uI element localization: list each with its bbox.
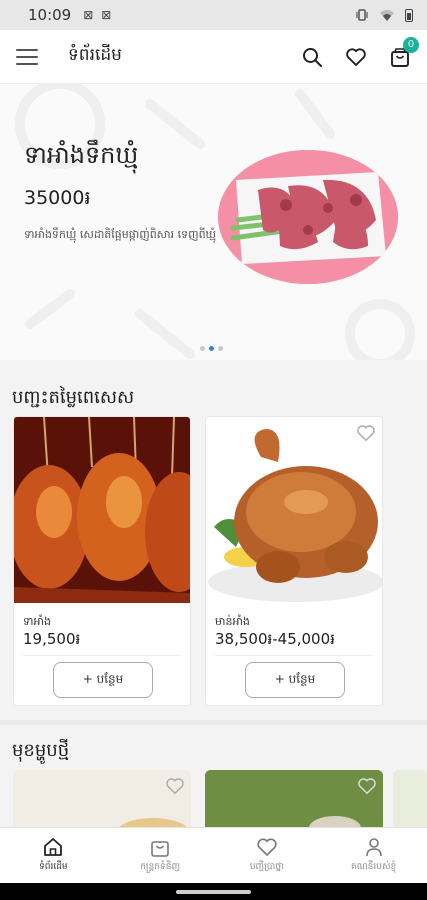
banner-product-image [218, 150, 398, 284]
product-name: មាន់អាំង [215, 615, 250, 628]
carousel-indicator [200, 346, 223, 351]
product-card[interactable]: ទាអាំង 19,500៛ + បន្ថែម [13, 416, 191, 706]
cart-count-badge: 0 [403, 36, 419, 53]
nav-wishlist[interactable]: បញ្ជីប្រាថ្នា [214, 828, 321, 883]
mail-icon: ⊠ [101, 8, 112, 22]
promo-banner[interactable]: ទាអាំងទឹកឃ្មុំ 35000៛ ទាអាំងទឹកឃ្មុំ សេដ… [0, 84, 427, 360]
status-icons [355, 8, 413, 22]
mail-icon: ⊠ [83, 8, 94, 22]
new-section-title: មុខម្ហូបថ្មី [12, 740, 70, 761]
nav-home[interactable]: ទំព័រដើម [0, 828, 107, 883]
new-product-card[interactable] [205, 770, 383, 830]
add-to-cart-button[interactable]: + បន្ថែម [53, 662, 153, 698]
nav-cart[interactable]: កន្ត្រកទំនិញ [107, 828, 214, 883]
special-section-title: បញ្ជះតម្លៃពេសេស [12, 387, 135, 408]
nav-label: គណនីរបស់ខ្ញុំ [350, 862, 397, 872]
heart-icon [257, 838, 277, 857]
wifi-icon [380, 10, 394, 21]
card-divider [215, 655, 373, 656]
vibrate-icon [356, 9, 368, 21]
carousel-dot[interactable] [200, 346, 205, 351]
nav-label: ទំព័រដើម [39, 862, 68, 872]
user-icon [365, 838, 382, 857]
search-icon[interactable] [301, 46, 323, 68]
app-bar-actions: 0 [301, 36, 419, 68]
new-product-card[interactable] [13, 770, 191, 830]
banner-product-price: 35000៛ [24, 187, 91, 209]
home-icon [44, 838, 63, 856]
heart-icon[interactable] [357, 776, 377, 796]
app-bar: ទំព័រដើម 0 [0, 30, 427, 84]
carousel-dot[interactable] [218, 346, 223, 351]
product-card[interactable]: មាន់អាំង 38,500៛-45,000៛ + បន្ថែម [205, 416, 383, 706]
menu-icon[interactable] [16, 48, 38, 65]
new-product-card[interactable] [393, 770, 427, 830]
cart-button[interactable]: 0 [389, 36, 419, 68]
banner-product-description: ទាអាំងទឹកឃ្មុំ សេដាតិផ្អែមផ្កាញ់ពិសារ ទេ… [24, 228, 217, 241]
product-price: 38,500៛-45,000៛ [215, 630, 335, 648]
gesture-bar[interactable] [0, 883, 427, 900]
banner-product-name: ទាអាំងទឹកឃ្មុំ [24, 141, 139, 169]
product-name: ទាអាំង [23, 615, 51, 628]
nav-label: បញ្ជីប្រាថ្នា [249, 862, 284, 872]
add-to-cart-button[interactable]: + បន្ថែម [245, 662, 345, 698]
cart-icon [151, 841, 169, 857]
section-divider [0, 720, 427, 725]
card-divider [23, 655, 181, 656]
heart-icon[interactable] [356, 423, 376, 443]
product-price: 19,500៛ [23, 630, 81, 648]
bottom-navigation: ទំព័រដើម កន្ត្រកទំនិញ បញ្ជីប្រាថ្នា គណនី… [0, 827, 427, 883]
heart-icon[interactable] [165, 776, 185, 796]
nav-account[interactable]: គណនីរបស់ខ្ញុំ [320, 828, 427, 883]
nav-label: កន្ត្រកទំនិញ [140, 862, 181, 872]
wishlist-heart-icon[interactable] [345, 46, 367, 68]
page-title: ទំព័រដើម [68, 45, 122, 65]
battery-icon [405, 8, 413, 22]
product-image [206, 417, 382, 603]
product-image [14, 417, 190, 603]
status-time: 10:09 [28, 6, 72, 24]
carousel-dot-active[interactable] [209, 346, 214, 351]
status-bar: 10:09 ⊠ ⊠ [0, 0, 427, 30]
screen: 10:09 ⊠ ⊠ ទំព័រដើម 0 ទាអាំងទឹកឃ្មុំ 3500… [0, 0, 427, 900]
